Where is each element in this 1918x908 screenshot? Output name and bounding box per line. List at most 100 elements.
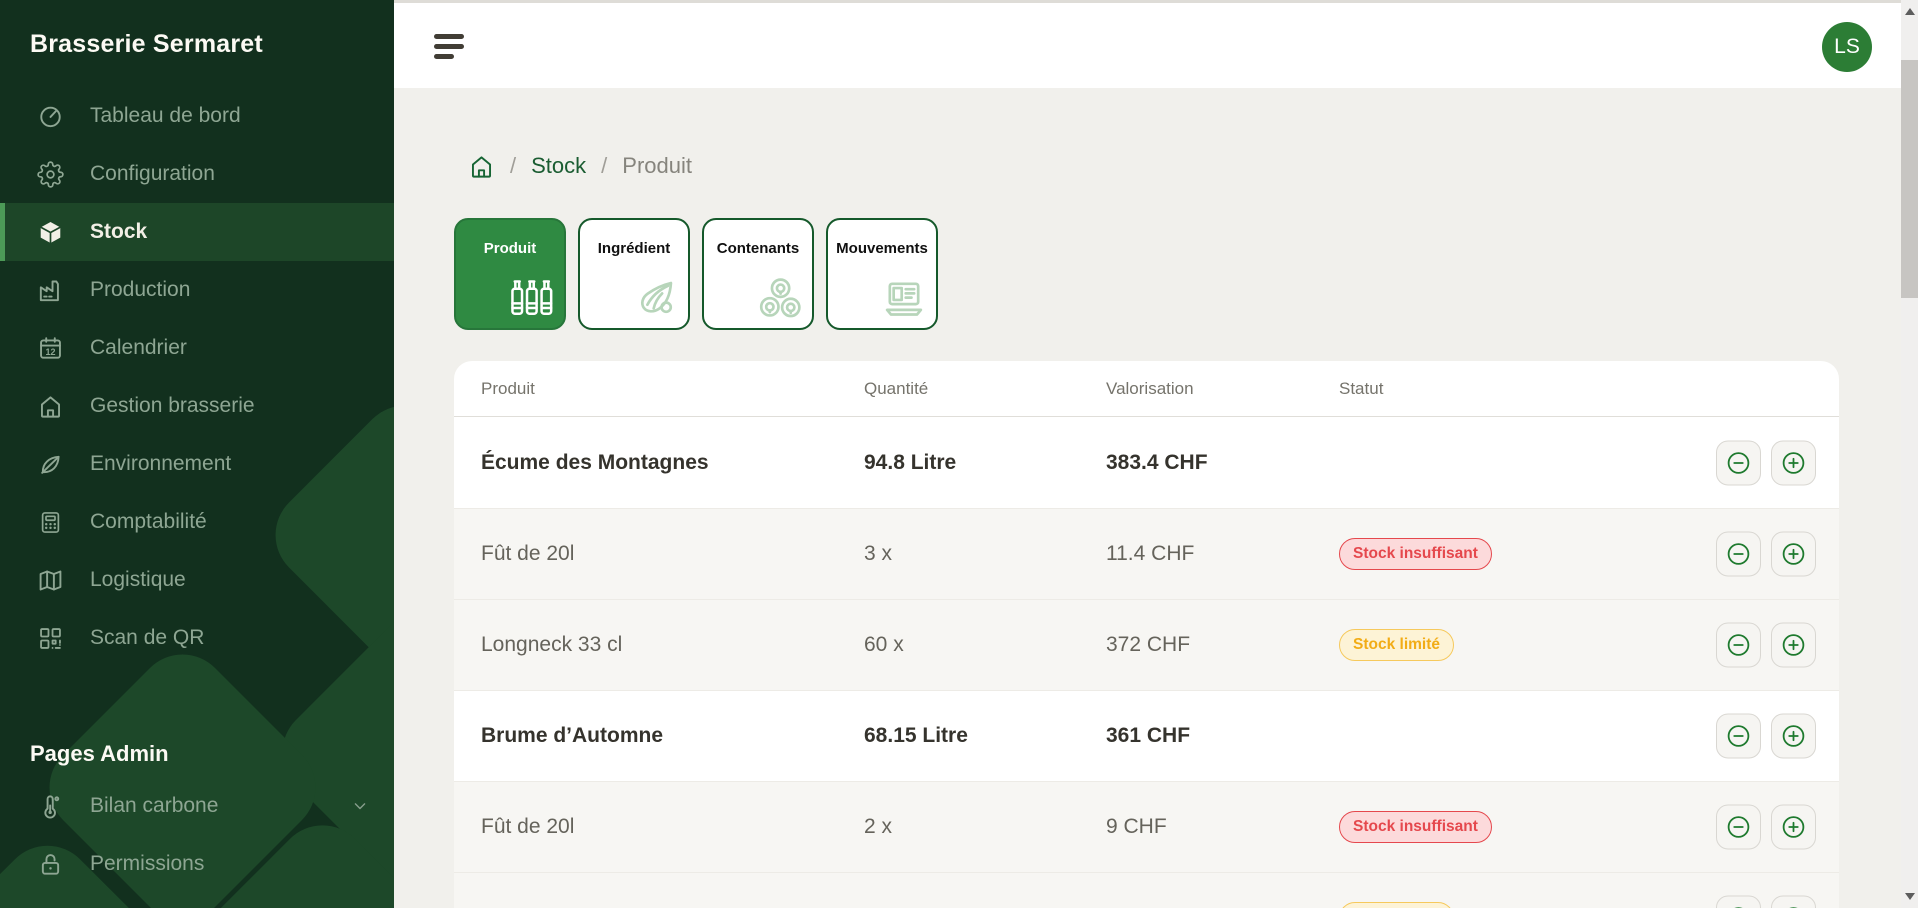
laptop-icon bbox=[881, 275, 927, 321]
app-title: Brasserie Sermaret bbox=[0, 0, 394, 59]
sidebar-item-label: Stock bbox=[90, 220, 147, 244]
sidebar-item-permissions[interactable]: Permissions bbox=[0, 835, 394, 893]
increment-button[interactable] bbox=[1771, 805, 1816, 850]
hop-icon bbox=[633, 275, 679, 321]
increment-button[interactable] bbox=[1771, 532, 1816, 577]
cell-valuation: 383.4 CHF bbox=[1106, 451, 1339, 475]
row-actions bbox=[1716, 532, 1816, 577]
scrollbar-down-arrow-icon[interactable] bbox=[1905, 893, 1915, 900]
increment-button[interactable] bbox=[1771, 623, 1816, 668]
sidebar-item-label: Permissions bbox=[90, 852, 204, 876]
sidebar-item-stock[interactable]: Stock bbox=[0, 203, 394, 261]
table-row: Écume des Montagnes94.8 Litre383.4 CHF bbox=[454, 417, 1839, 508]
table-header-row: ProduitQuantitéValorisationStatut bbox=[454, 361, 1839, 417]
home-icon bbox=[37, 393, 64, 420]
cell-product: Écume des Montagnes bbox=[481, 451, 864, 475]
tab-label: Mouvements bbox=[828, 240, 936, 257]
gear-icon bbox=[37, 161, 64, 188]
sidebar-item-label: Calendrier bbox=[90, 336, 187, 360]
sidebar-item-calendrier[interactable]: 12 Calendrier bbox=[0, 319, 394, 377]
row-actions bbox=[1716, 805, 1816, 850]
leaf-icon bbox=[37, 451, 64, 478]
sidebar-item-label: Configuration bbox=[90, 162, 215, 186]
column-header: Statut bbox=[1339, 379, 1699, 399]
sidebar-item-comptabilite[interactable]: Comptabilité bbox=[0, 493, 394, 551]
main-area: LS /Stock/Produit ProduitIngrédientConte… bbox=[394, 0, 1901, 908]
cell-quantity: 2 x bbox=[864, 815, 1106, 839]
gauge-icon bbox=[37, 103, 64, 130]
top-bar: LS bbox=[394, 0, 1901, 88]
breadcrumb-home-icon[interactable] bbox=[468, 153, 495, 180]
box-icon bbox=[37, 219, 64, 246]
sidebar-item-label: Environnement bbox=[90, 452, 231, 476]
sidebar-item-gestion-brasserie[interactable]: Gestion brasserie bbox=[0, 377, 394, 435]
scrollbar-thumb[interactable] bbox=[1901, 60, 1918, 298]
cell-quantity: 3 x bbox=[864, 542, 1106, 566]
page-content: /Stock/Produit ProduitIngrédientContenan… bbox=[394, 88, 1901, 908]
tab-contenants[interactable]: Contenants bbox=[702, 218, 814, 330]
sidebar-item-label: Gestion brasserie bbox=[90, 394, 255, 418]
cell-product: Fût de 20l bbox=[481, 542, 864, 566]
hamburger-bar bbox=[434, 54, 454, 59]
tab-label: Produit bbox=[456, 240, 564, 257]
sidebar-item-configuration[interactable]: Configuration bbox=[0, 145, 394, 203]
sidebar-item-label: Logistique bbox=[90, 568, 186, 592]
cell-product: Brume d’Automne bbox=[481, 724, 864, 748]
table-row: Fût de 20l2 x9 CHFStock insuffisant bbox=[454, 781, 1839, 872]
sidebar-item-logistique[interactable]: Logistique bbox=[0, 551, 394, 609]
table-row: Longneck 33 cl60 x372 CHFStock limité bbox=[454, 599, 1839, 690]
decrement-button[interactable] bbox=[1716, 896, 1761, 908]
cell-valuation: 9 CHF bbox=[1106, 815, 1339, 839]
svg-text:12: 12 bbox=[45, 346, 55, 356]
row-actions bbox=[1716, 440, 1816, 485]
cell-valuation: 361 CHF bbox=[1106, 724, 1339, 748]
sidebar-item-tableau-de-bord[interactable]: Tableau de bord bbox=[0, 87, 394, 145]
status-badge: Stock limité bbox=[1339, 902, 1454, 908]
hamburger-menu-icon[interactable] bbox=[434, 34, 464, 59]
table-row: Brume d’Automne68.15 Litre361 CHF bbox=[454, 690, 1839, 781]
sidebar-item-scan-de-qr[interactable]: Scan de QR bbox=[0, 609, 394, 667]
decrement-button[interactable] bbox=[1716, 623, 1761, 668]
cell-product: Fût de 20l bbox=[481, 815, 864, 839]
tab-label: Contenants bbox=[704, 240, 812, 257]
decrement-button[interactable] bbox=[1716, 532, 1761, 577]
tab-ingredient[interactable]: Ingrédient bbox=[578, 218, 690, 330]
cell-valuation: 11.4 CHF bbox=[1106, 542, 1339, 566]
status-badge: Stock insuffisant bbox=[1339, 811, 1492, 843]
column-header: Produit bbox=[481, 379, 864, 399]
increment-button[interactable] bbox=[1771, 440, 1816, 485]
sidebar-item-production[interactable]: Production bbox=[0, 261, 394, 319]
column-header: Valorisation bbox=[1106, 379, 1339, 399]
decrement-button[interactable] bbox=[1716, 805, 1761, 850]
sidebar: Brasserie Sermaret Tableau de bord Config… bbox=[0, 0, 394, 908]
decrement-button[interactable] bbox=[1716, 440, 1761, 485]
hamburger-bar bbox=[434, 34, 464, 39]
sidebar-item-label: Production bbox=[90, 278, 190, 302]
breadcrumb-segment: Produit bbox=[622, 153, 692, 179]
hamburger-bar bbox=[434, 44, 464, 49]
bottles-icon bbox=[509, 275, 555, 321]
user-avatar[interactable]: LS bbox=[1822, 22, 1872, 72]
scrollbar-up-arrow-icon[interactable] bbox=[1905, 8, 1915, 15]
tab-produit[interactable]: Produit bbox=[454, 218, 566, 330]
tab-mouvements[interactable]: Mouvements bbox=[826, 218, 938, 330]
row-actions bbox=[1716, 623, 1816, 668]
breadcrumb-segment[interactable]: Stock bbox=[531, 153, 586, 179]
increment-button[interactable] bbox=[1771, 714, 1816, 759]
table-row: Longneck 33 cl55 x350 CHFStock limité bbox=[454, 872, 1839, 908]
calculator-icon bbox=[37, 509, 64, 536]
row-actions bbox=[1716, 714, 1816, 759]
sidebar-item-label: Scan de QR bbox=[90, 626, 204, 650]
sidebar-item-bilan-carbone[interactable]: Bilan carbone bbox=[0, 777, 394, 835]
cell-quantity: 68.15 Litre bbox=[864, 724, 1106, 748]
sidebar-nav: Tableau de bord Configuration Stock Product… bbox=[0, 87, 394, 667]
breadcrumb-separator: / bbox=[601, 153, 607, 179]
chevron-down-icon bbox=[350, 796, 370, 816]
map-icon bbox=[37, 567, 64, 594]
sidebar-admin-nav: Bilan carbone Permissions bbox=[0, 777, 394, 893]
kegs-icon bbox=[757, 275, 803, 321]
status-badge: Stock limité bbox=[1339, 629, 1454, 661]
increment-button[interactable] bbox=[1771, 896, 1816, 908]
sidebar-item-environnement[interactable]: Environnement bbox=[0, 435, 394, 493]
decrement-button[interactable] bbox=[1716, 714, 1761, 759]
